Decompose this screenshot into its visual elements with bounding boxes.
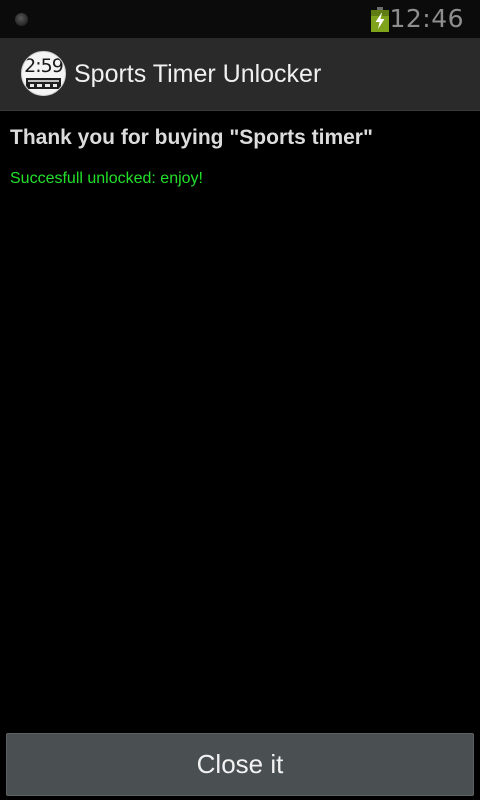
notification-dot-icon	[15, 13, 28, 26]
content-area: Thank you for buying "Sports timer" Succ…	[10, 110, 470, 190]
close-button[interactable]: Close it	[6, 733, 474, 796]
battery-charging-icon	[371, 7, 389, 32]
status-bar: 12:46	[0, 0, 480, 38]
app-icon-band	[26, 78, 61, 89]
success-message: Succesfull unlocked: enjoy!	[10, 170, 203, 187]
action-bar: 2:59 Sports Timer Unlocker	[0, 38, 480, 111]
thanks-message: Thank you for buying "Sports timer"	[10, 126, 373, 149]
app-title: Sports Timer Unlocker	[74, 60, 322, 88]
status-clock: 12:46	[389, 4, 464, 33]
app-icon-time: 2:59	[24, 55, 64, 77]
screen: 12:46 2:59 Sports Timer Unlocker Thank y…	[0, 0, 480, 800]
sports-timer-app-icon[interactable]: 2:59	[21, 51, 66, 96]
